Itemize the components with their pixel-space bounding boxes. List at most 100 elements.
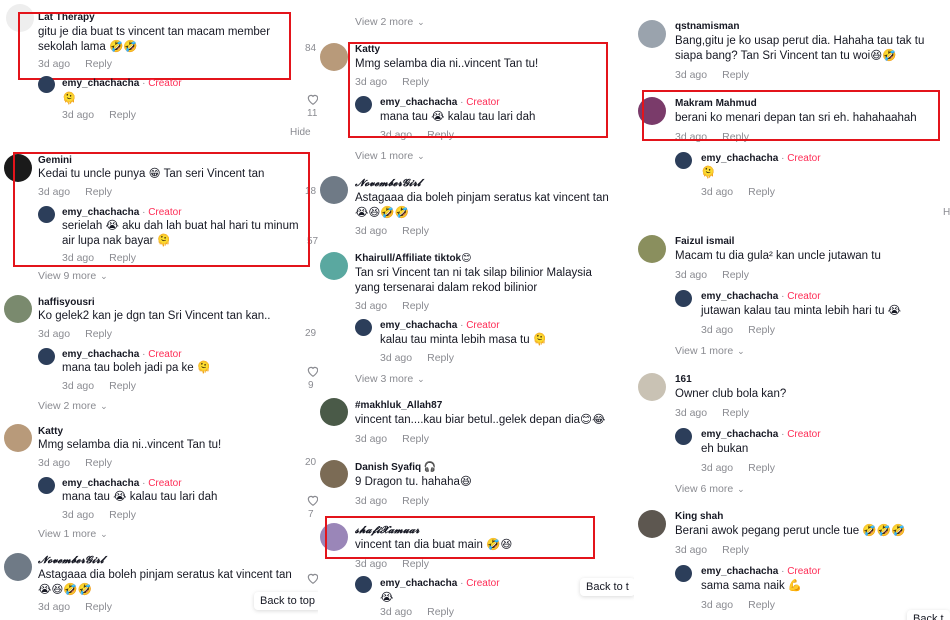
heart-icon[interactable] xyxy=(306,571,318,585)
like-count: 11 xyxy=(307,108,318,119)
creator-avatar[interactable] xyxy=(675,290,692,307)
view-more-replies[interactable]: View 2 more ⌄ xyxy=(355,16,425,28)
user-avatar[interactable] xyxy=(638,20,666,48)
reply-username[interactable]: emy_chachacha · Creator xyxy=(62,349,182,360)
back-to-top-button[interactable]: Back to top xyxy=(254,592,318,610)
comment-text: Tan sri Vincent tan ni tak silap bilinio… xyxy=(355,267,592,294)
comment-username[interactable]: qstnamisman xyxy=(675,21,739,32)
comment-username[interactable]: Danish Syafiq 🎧 xyxy=(355,462,436,473)
comment-username[interactable]: Katty xyxy=(38,426,63,437)
reply-text: mana tau boleh jadi pa ke 🫠 xyxy=(62,362,212,374)
comment-meta: 3d ago Reply xyxy=(675,269,749,281)
reply-button[interactable]: Reply xyxy=(722,269,749,281)
user-avatar[interactable] xyxy=(4,424,32,452)
reply-username[interactable]: emy_chachacha · Creator xyxy=(701,153,821,164)
user-avatar[interactable] xyxy=(638,235,666,263)
hide-replies-button[interactable]: H xyxy=(943,207,950,218)
comment-username[interactable]: #makhluk_Allah87 xyxy=(355,400,442,411)
reply-username[interactable]: emy_chachacha · Creator xyxy=(701,566,821,577)
reply-button[interactable]: Reply xyxy=(722,407,749,419)
user-avatar[interactable] xyxy=(638,373,666,401)
heart-icon[interactable] xyxy=(306,364,318,378)
user-avatar[interactable] xyxy=(4,295,32,323)
reply-button[interactable]: Reply xyxy=(402,495,429,507)
like-count: 29 xyxy=(305,328,317,339)
view-more-replies[interactable]: View 2 more ⌄ xyxy=(38,400,108,412)
view-more-replies[interactable]: View 6 more ⌄ xyxy=(675,483,745,495)
creator-avatar[interactable] xyxy=(38,348,55,365)
user-avatar[interactable] xyxy=(320,43,348,71)
reply-button[interactable]: Reply xyxy=(748,324,775,336)
comment-username[interactable]: 𝓝𝓸𝓿𝓮𝓶𝓫𝓮𝓻𝓖𝓲𝓻𝓵 xyxy=(355,178,421,189)
reply-button[interactable]: Reply xyxy=(109,109,136,121)
comment-username[interactable]: Khairull/Affiliate tiktok😊 xyxy=(355,253,472,264)
back-to-top-button[interactable]: Back to t xyxy=(580,578,634,596)
user-avatar[interactable] xyxy=(320,398,348,426)
user-avatar[interactable] xyxy=(638,510,666,538)
reply-username[interactable]: emy_chachacha · Creator xyxy=(62,78,182,89)
creator-avatar[interactable] xyxy=(355,319,372,336)
comment-text: vincent tan....kau biar betul..gelek dep… xyxy=(355,414,606,426)
reply-button[interactable]: Reply xyxy=(402,433,429,445)
like-count: 84 xyxy=(305,43,317,54)
creator-badge: Creator xyxy=(466,578,500,589)
creator-avatar[interactable] xyxy=(675,152,692,169)
heart-icon[interactable] xyxy=(306,92,318,106)
reply-button[interactable]: Reply xyxy=(109,380,136,392)
comment-username[interactable]: haffisyousri xyxy=(38,297,95,308)
hide-replies-button[interactable]: Hide xyxy=(290,127,311,138)
user-avatar[interactable] xyxy=(4,553,32,581)
view-more-replies[interactable]: View 1 more ⌄ xyxy=(355,150,425,162)
user-avatar[interactable] xyxy=(320,460,348,488)
reply-username[interactable]: emy_chachacha · Creator xyxy=(62,478,182,489)
reply-meta: 3d ago Reply xyxy=(701,462,775,474)
reply-username[interactable]: emy_chachacha · Creator xyxy=(380,320,500,331)
comments-panel-left: Lat Therapy gitu je dia buat ts vincent … xyxy=(0,0,318,620)
creator-avatar[interactable] xyxy=(38,477,55,494)
highlight-box xyxy=(18,12,291,80)
back-to-top-button[interactable]: Back t xyxy=(907,610,950,620)
reply-button[interactable]: Reply xyxy=(427,352,454,364)
creator-avatar[interactable] xyxy=(38,76,55,93)
comment-meta: 3d ago Reply xyxy=(355,300,429,312)
reply-text: jutawan kalau tau minta lebih hari tu 😭 xyxy=(701,305,902,317)
reply-button[interactable]: Reply xyxy=(427,606,454,618)
reply-button[interactable]: Reply xyxy=(85,457,112,469)
comment-username[interactable]: 161 xyxy=(675,374,692,385)
comment-text: Bang,gitu je ko usap perut dia. Hahaha t… xyxy=(675,35,925,62)
view-more-replies[interactable]: View 9 more ⌄ xyxy=(38,270,108,282)
reply-button[interactable]: Reply xyxy=(722,69,749,81)
reply-button[interactable]: Reply xyxy=(748,186,775,198)
reply-text: 🫠 xyxy=(701,167,716,179)
comment-meta: 3d ago Reply xyxy=(38,457,112,469)
user-avatar[interactable] xyxy=(320,176,348,204)
reply-button[interactable]: Reply xyxy=(402,300,429,312)
reply-button[interactable]: Reply xyxy=(722,544,749,556)
like-count: 20 xyxy=(305,457,317,468)
comment-username[interactable]: 𝓝𝓸𝓿𝓮𝓶𝓫𝓮𝓻𝓖𝓲𝓻𝓵 xyxy=(38,555,104,566)
creator-avatar[interactable] xyxy=(675,565,692,582)
comment-text: 9 Dragon tu. hahaha😆 xyxy=(355,476,472,488)
reply-button[interactable]: Reply xyxy=(402,558,429,570)
reply-button[interactable]: Reply xyxy=(109,509,136,521)
user-avatar[interactable] xyxy=(320,252,348,280)
comment-meta: 3d ago Reply xyxy=(675,69,749,81)
comment-username[interactable]: Faizul ismail xyxy=(675,236,734,247)
creator-badge: Creator xyxy=(148,349,182,360)
view-more-replies[interactable]: View 3 more ⌄ xyxy=(355,373,425,385)
comment-username[interactable]: King shah xyxy=(675,511,723,522)
reply-button[interactable]: Reply xyxy=(402,225,429,237)
view-more-replies[interactable]: View 1 more ⌄ xyxy=(38,528,108,540)
reply-username[interactable]: emy_chachacha · Creator xyxy=(701,429,821,440)
reply-button[interactable]: Reply xyxy=(748,462,775,474)
reply-username[interactable]: emy_chachacha · Creator xyxy=(380,578,500,589)
creator-avatar[interactable] xyxy=(675,428,692,445)
reply-button[interactable]: Reply xyxy=(85,601,112,613)
view-more-replies[interactable]: View 1 more ⌄ xyxy=(675,345,745,357)
reply-username[interactable]: emy_chachacha · Creator xyxy=(701,291,821,302)
creator-avatar[interactable] xyxy=(355,576,372,593)
reply-button[interactable]: Reply xyxy=(748,599,775,611)
heart-icon[interactable] xyxy=(306,493,318,507)
reply-button[interactable]: Reply xyxy=(85,328,112,340)
reply-meta: 3d ago Reply xyxy=(380,352,454,364)
